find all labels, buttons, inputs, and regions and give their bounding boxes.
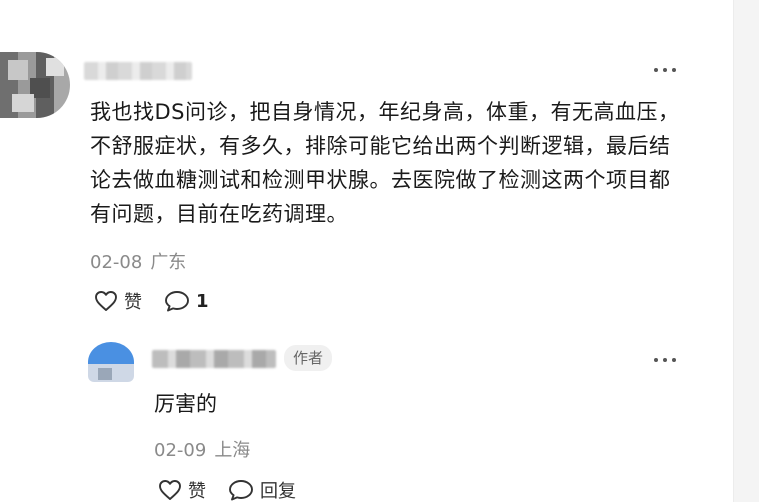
heart-icon xyxy=(159,480,181,500)
reply-actions: 赞 回复 xyxy=(158,477,318,502)
comment-thread: 我也找DS问诊，把自身情况，年纪身高，体重，有无高血压，不舒服症状，有多久，排除… xyxy=(0,0,759,502)
reply-meta: 02-09 上海 xyxy=(154,436,250,462)
reply-avatar[interactable] xyxy=(88,342,134,382)
speech-bubble-icon xyxy=(165,291,189,312)
reply-count-button[interactable]: 1 xyxy=(164,290,209,312)
reply-username-redacted[interactable] xyxy=(152,350,276,368)
reply-region: 上海 xyxy=(214,440,251,461)
reply-like-button[interactable]: 赞 xyxy=(158,477,206,502)
more-dots-icon[interactable] xyxy=(654,60,676,80)
like-button[interactable]: 赞 xyxy=(94,288,142,314)
reply-reply-button[interactable]: 回复 xyxy=(228,477,296,502)
reply-date: 02-09 xyxy=(154,440,207,461)
comment-actions: 赞 1 xyxy=(94,288,231,314)
like-label: 赞 xyxy=(124,292,142,313)
reply-text: 厉害的 xyxy=(154,392,217,416)
comment-region: 广东 xyxy=(150,252,187,273)
comment-date: 02-08 xyxy=(90,252,143,273)
reply-reply-label: 回复 xyxy=(260,481,296,502)
reply-like-label: 赞 xyxy=(188,481,206,502)
reply-count: 1 xyxy=(196,290,209,312)
speech-bubble-icon xyxy=(229,480,253,501)
username-redacted[interactable] xyxy=(84,62,192,80)
heart-icon xyxy=(95,291,117,311)
more-dots-icon[interactable] xyxy=(654,350,676,370)
comment-text: 我也找DS问诊，把自身情况，年纪身高，体重，有无高血压，不舒服症状，有多久，排除… xyxy=(90,100,680,226)
avatar[interactable] xyxy=(0,52,70,118)
comment-meta: 02-08 广东 xyxy=(90,248,186,274)
author-badge: 作者 xyxy=(284,345,333,371)
scrollbar-track[interactable] xyxy=(733,0,759,502)
